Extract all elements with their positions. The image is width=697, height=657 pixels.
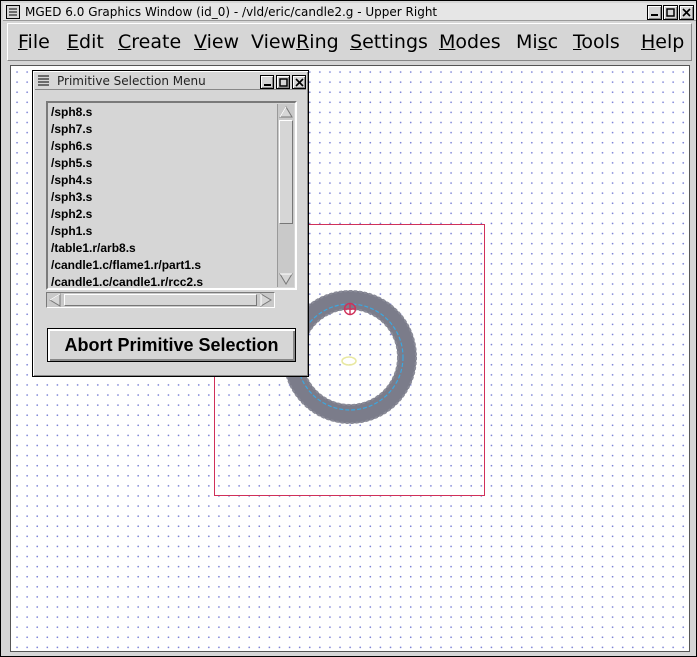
list-item[interactable]: /candle1.c/flame1.r/part1.s: [51, 258, 201, 272]
vertical-scrollbar[interactable]: [277, 104, 294, 287]
window-menu-icon[interactable]: [6, 5, 20, 19]
list-item[interactable]: /sph1.s: [51, 224, 92, 238]
minimize-icon: [263, 83, 271, 86]
dialog-maximize-button[interactable]: [276, 75, 290, 89]
mged-graphics-window: MGED 6.0 Graphics Window (id_0) - /vld/e…: [0, 0, 697, 657]
scroll-up-arrow-icon[interactable]: [279, 105, 293, 119]
menu-create[interactable]: Create: [118, 30, 181, 54]
close-icon: [294, 77, 304, 87]
window-menu-icon[interactable]: [36, 74, 51, 88]
list-item[interactable]: /sph5.s: [51, 156, 92, 170]
maximize-icon: [666, 8, 675, 17]
maximize-button[interactable]: [663, 5, 678, 20]
menu-edit[interactable]: Edit: [67, 30, 104, 54]
window-title: MGED 6.0 Graphics Window (id_0) - /vld/e…: [25, 5, 438, 19]
list-item[interactable]: /sph6.s: [51, 139, 92, 153]
scroll-right-arrow-icon[interactable]: [259, 293, 273, 307]
dialog-minimize-button[interactable]: [260, 75, 274, 89]
list-item[interactable]: /sph8.s: [51, 105, 92, 119]
primitive-list: /sph8.s /sph7.s /sph6.s /sph5.s /sph4.s …: [49, 104, 276, 287]
dialog-close-button[interactable]: [292, 75, 306, 89]
menu-viewring[interactable]: ViewRing: [251, 30, 339, 54]
horizontal-scroll-thumb[interactable]: [64, 294, 257, 306]
window-titlebar[interactable]: MGED 6.0 Graphics Window (id_0) - /vld/e…: [3, 3, 696, 21]
menu-view[interactable]: View: [194, 30, 239, 54]
dialog-titlebar[interactable]: Primitive Selection Menu: [35, 73, 306, 90]
menubar: File Edit Create View ViewRing Settings …: [7, 23, 692, 61]
scroll-down-arrow-icon[interactable]: [279, 272, 293, 286]
list-item[interactable]: /candle1.c/candle1.r/rcc2.s: [51, 275, 203, 287]
menu-misc[interactable]: Misc: [516, 30, 558, 54]
close-button[interactable]: [679, 5, 694, 20]
menu-modes[interactable]: Modes: [439, 30, 501, 54]
scroll-left-arrow-icon[interactable]: [48, 293, 62, 307]
dialog-title: Primitive Selection Menu: [57, 74, 206, 88]
maximize-icon: [278, 77, 288, 87]
primitive-selection-dialog: Primitive Selection Menu /sph8.s /sph7.s…: [32, 70, 309, 377]
minimize-icon: [651, 14, 658, 16]
menu-help[interactable]: Help: [641, 30, 684, 54]
center-marker-icon: [343, 302, 357, 316]
menu-settings[interactable]: Settings: [350, 30, 428, 54]
menu-tools[interactable]: Tools: [573, 30, 620, 54]
list-item[interactable]: /sph3.s: [51, 190, 92, 204]
primitive-listbox[interactable]: /sph8.s /sph7.s /sph6.s /sph5.s /sph4.s …: [46, 101, 297, 290]
abort-primitive-selection-button[interactable]: Abort Primitive Selection: [47, 328, 296, 362]
list-item[interactable]: /table1.r/arb8.s: [51, 241, 136, 255]
close-icon: [682, 8, 691, 17]
list-item[interactable]: /sph7.s: [51, 122, 92, 136]
vertical-scroll-thumb[interactable]: [279, 120, 293, 224]
horizontal-scrollbar[interactable]: [46, 292, 275, 308]
minimize-button[interactable]: [647, 5, 662, 20]
list-item[interactable]: /sph2.s: [51, 207, 92, 221]
list-item[interactable]: /sph4.s: [51, 173, 92, 187]
menu-file[interactable]: File: [18, 30, 50, 54]
